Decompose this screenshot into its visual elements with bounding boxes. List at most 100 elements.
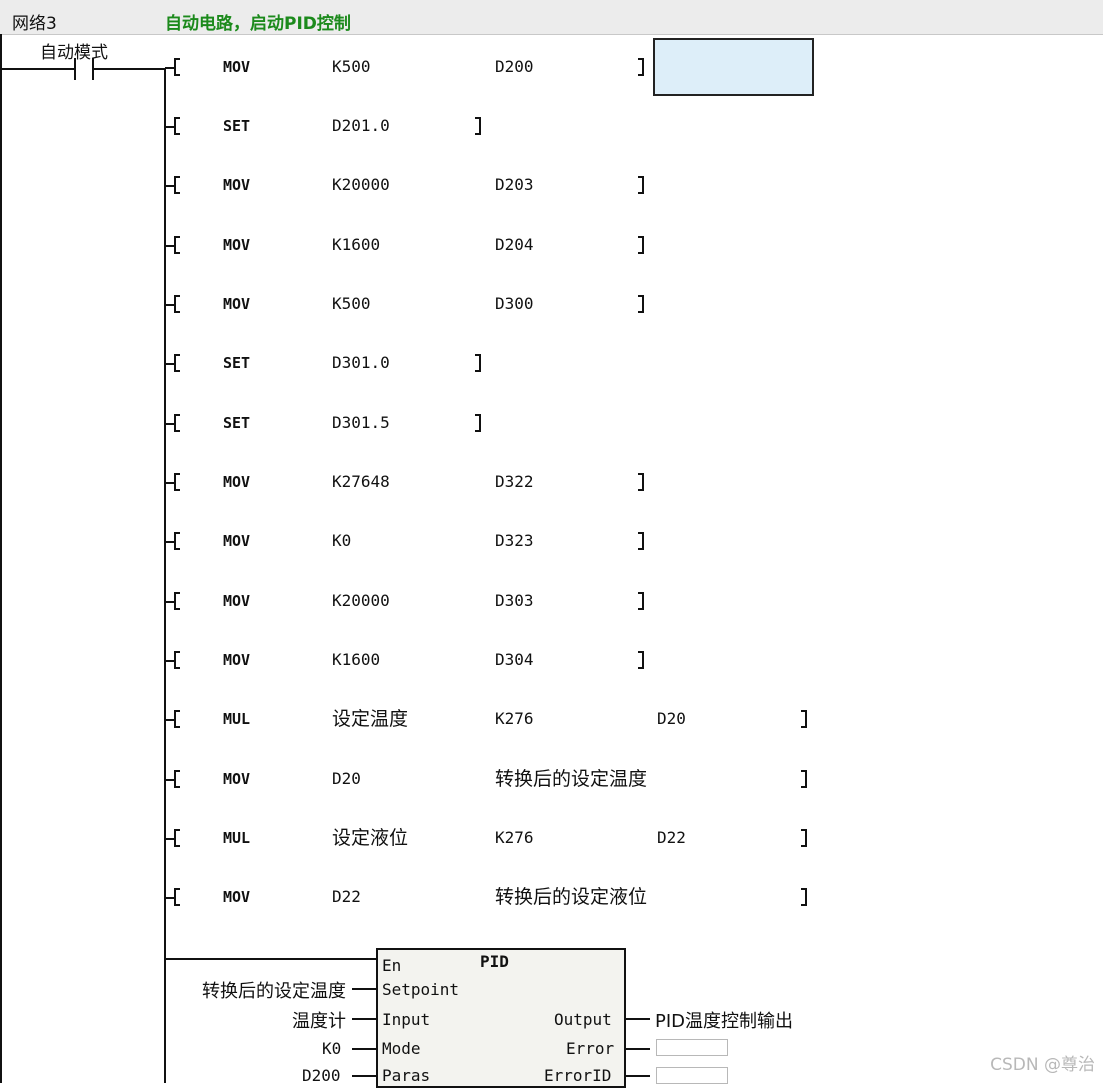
left-bracket bbox=[174, 710, 180, 728]
right-bracket bbox=[801, 710, 807, 728]
left-bracket bbox=[174, 473, 180, 491]
instruction-operand[interactable]: K0 bbox=[332, 532, 351, 550]
instruction-opcode: SET bbox=[223, 354, 251, 372]
instruction-operand[interactable]: D322 bbox=[495, 473, 534, 491]
instruction-row[interactable]: MOV K20000 D203 bbox=[165, 176, 865, 196]
instruction-opcode: MOV bbox=[223, 176, 251, 194]
right-bracket bbox=[475, 414, 481, 432]
instruction-operand[interactable]: D20 bbox=[332, 770, 361, 788]
instruction-row[interactable]: MOV D22 转换后的设定液位 bbox=[165, 888, 865, 908]
instruction-operand[interactable]: K27648 bbox=[332, 473, 390, 491]
pid-paras-var[interactable]: D200 bbox=[302, 1066, 341, 1085]
pid-input-var[interactable]: 温度计 bbox=[292, 1007, 346, 1033]
left-bracket bbox=[174, 58, 180, 76]
instruction-row[interactable]: MOV K500 D200 bbox=[165, 58, 865, 78]
right-bracket bbox=[638, 532, 644, 550]
left-bracket bbox=[174, 354, 180, 372]
pid-pin-output: Output bbox=[554, 1010, 612, 1029]
network-title[interactable]: 网络3 bbox=[12, 9, 57, 34]
instruction-row[interactable]: MOV K500 D300 bbox=[165, 295, 865, 315]
instruction-opcode: MOV bbox=[223, 888, 251, 906]
network-comment[interactable]: 自动电路，启动PID控制 bbox=[165, 9, 351, 34]
instruction-operand[interactable]: K276 bbox=[495, 710, 534, 728]
instruction-operand[interactable]: D22 bbox=[332, 888, 361, 906]
instruction-opcode: MOV bbox=[223, 473, 251, 491]
instruction-operand[interactable]: K500 bbox=[332, 58, 371, 76]
instruction-opcode: MOV bbox=[223, 532, 251, 550]
left-bracket bbox=[174, 236, 180, 254]
contact-left-bar[interactable] bbox=[74, 58, 76, 80]
instruction-operand[interactable]: K20000 bbox=[332, 592, 390, 610]
pid-en-wire bbox=[165, 958, 377, 960]
pid-mode-var[interactable]: K0 bbox=[322, 1039, 341, 1058]
instruction-operand[interactable]: D20 bbox=[657, 710, 686, 728]
pid-pin-mode: Mode bbox=[382, 1039, 421, 1058]
rung-wire-left bbox=[0, 68, 74, 70]
instruction-row[interactable]: MOV K1600 D204 bbox=[165, 236, 865, 256]
right-bracket bbox=[475, 117, 481, 135]
instruction-operand[interactable]: D303 bbox=[495, 592, 534, 610]
pid-pin-setpoint: Setpoint bbox=[382, 980, 460, 999]
instruction-row[interactable]: SET D301.5 bbox=[165, 414, 865, 434]
instruction-operand[interactable]: K500 bbox=[332, 295, 371, 313]
instruction-row[interactable]: MOV K1600 D304 bbox=[165, 651, 865, 671]
instruction-opcode: MOV bbox=[223, 592, 251, 610]
right-bracket bbox=[638, 58, 644, 76]
instruction-row[interactable]: MOV K27648 D322 bbox=[165, 473, 865, 493]
instruction-opcode: SET bbox=[223, 117, 251, 135]
pid-pin-en: En bbox=[382, 956, 402, 975]
instruction-operand[interactable]: K1600 bbox=[332, 651, 380, 669]
instruction-opcode: MOV bbox=[223, 58, 251, 76]
watermark: CSDN @尊治 bbox=[990, 1055, 1095, 1075]
instruction-opcode: MOV bbox=[223, 295, 251, 313]
instruction-opcode: MOV bbox=[223, 236, 251, 254]
pid-input-wire bbox=[352, 1018, 376, 1020]
instruction-operand[interactable]: D201.0 bbox=[332, 117, 390, 135]
instruction-operand[interactable]: D301.5 bbox=[332, 414, 390, 432]
instruction-operand[interactable]: D22 bbox=[657, 829, 686, 847]
instruction-opcode: MUL bbox=[223, 710, 251, 728]
pid-errorid-slot[interactable] bbox=[656, 1067, 728, 1084]
pid-pin-input: Input bbox=[382, 1010, 431, 1029]
instruction-row[interactable]: MOV K0 D323 bbox=[165, 532, 865, 552]
pid-error-slot[interactable] bbox=[656, 1039, 728, 1056]
pid-setpoint-var[interactable]: 转换后的设定温度 bbox=[202, 977, 346, 1003]
power-rail bbox=[0, 34, 2, 1083]
instruction-row[interactable]: MUL 设定温度 K276 D20 bbox=[165, 710, 865, 730]
pid-pin-paras: Paras bbox=[382, 1066, 431, 1085]
left-bracket bbox=[174, 592, 180, 610]
instruction-operand[interactable]: D200 bbox=[495, 58, 534, 76]
left-bracket bbox=[174, 770, 180, 788]
instruction-operand[interactable]: D300 bbox=[495, 295, 534, 313]
left-bracket bbox=[174, 829, 180, 847]
instruction-operand[interactable]: 转换后的设定温度 bbox=[495, 770, 647, 789]
instruction-operand[interactable]: 设定温度 bbox=[332, 710, 408, 729]
instruction-row[interactable]: SET D301.0 bbox=[165, 354, 865, 374]
instruction-row[interactable]: MUL 设定液位 K276 D22 bbox=[165, 829, 865, 849]
instruction-operand[interactable]: 转换后的设定液位 bbox=[495, 888, 647, 907]
right-bracket bbox=[475, 354, 481, 372]
right-bracket bbox=[638, 295, 644, 313]
instruction-opcode: MOV bbox=[223, 651, 251, 669]
pid-errorid-wire bbox=[626, 1075, 650, 1077]
left-bracket bbox=[174, 176, 180, 194]
instruction-operand[interactable]: D323 bbox=[495, 532, 534, 550]
instruction-row[interactable]: SET D201.0 bbox=[165, 117, 865, 137]
instruction-row[interactable]: MOV D20 转换后的设定温度 bbox=[165, 770, 865, 790]
right-bracket bbox=[801, 770, 807, 788]
instruction-operand[interactable]: K1600 bbox=[332, 236, 380, 254]
instruction-operand[interactable]: D204 bbox=[495, 236, 534, 254]
left-bracket bbox=[174, 888, 180, 906]
instruction-operand[interactable]: D304 bbox=[495, 651, 534, 669]
instruction-operand[interactable]: K276 bbox=[495, 829, 534, 847]
rung-wire-right bbox=[92, 68, 166, 70]
instruction-row[interactable]: MOV K20000 D303 bbox=[165, 592, 865, 612]
instruction-operand[interactable]: 设定液位 bbox=[332, 829, 408, 848]
pid-title: PID bbox=[480, 952, 509, 971]
right-bracket bbox=[638, 592, 644, 610]
pid-output-var[interactable]: PID温度控制输出 bbox=[655, 1007, 793, 1033]
pid-error-wire bbox=[626, 1048, 650, 1050]
instruction-operand[interactable]: K20000 bbox=[332, 176, 390, 194]
instruction-operand[interactable]: D203 bbox=[495, 176, 534, 194]
instruction-operand[interactable]: D301.0 bbox=[332, 354, 390, 372]
